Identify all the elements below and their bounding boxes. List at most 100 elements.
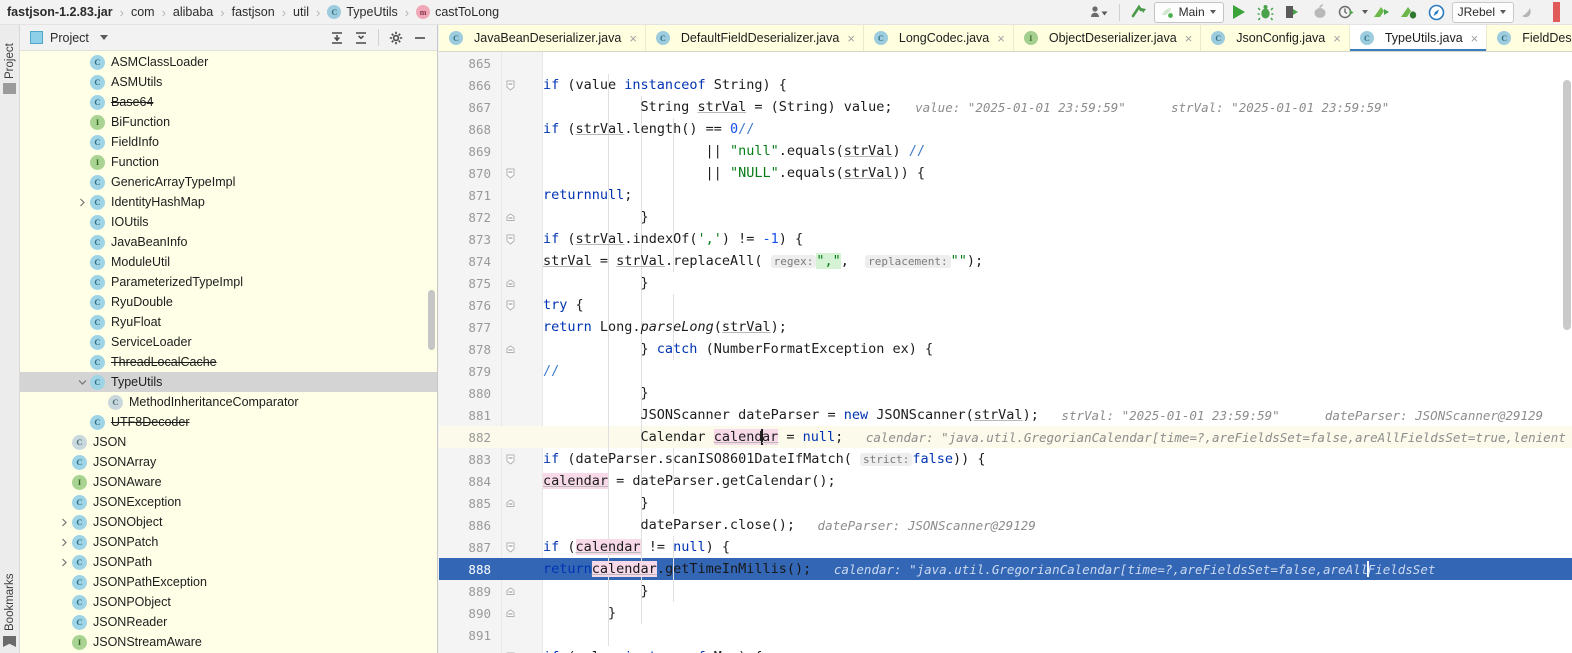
- code-editor[interactable]: 865 866 if (value instanceof String) {867…: [439, 52, 1572, 653]
- code-line[interactable]: 871 return null;: [439, 184, 1572, 206]
- code-line[interactable]: 865: [439, 52, 1572, 74]
- tree-item[interactable]: C JavaBeanInfo: [20, 232, 437, 252]
- code-line[interactable]: 888 return calendar .getTimeInMillis(); c…: [439, 558, 1572, 580]
- tree-item[interactable]: C IOUtils: [20, 212, 437, 232]
- editor-tab[interactable]: C LongCodec.java ×: [863, 25, 1014, 51]
- code-line[interactable]: 867 String strVal = (String) value; valu…: [439, 96, 1572, 118]
- code-line[interactable]: 892 if (value instanceof Map) {: [439, 646, 1572, 653]
- tree-item[interactable]: I JSONStreamAware: [20, 632, 437, 652]
- code-line[interactable]: 883 if (dateParser.scanISO8601DateIfMatc…: [439, 448, 1572, 470]
- chevron-down-icon[interactable]: [74, 379, 90, 386]
- close-icon[interactable]: ×: [1185, 31, 1193, 46]
- tree-item[interactable]: C ASMClassLoader: [20, 52, 437, 72]
- chevron-right-icon[interactable]: [56, 558, 72, 567]
- tree-item[interactable]: I Function: [20, 152, 437, 172]
- tree-item[interactable]: I BiFunction: [20, 112, 437, 132]
- code-line[interactable]: 881 JSONScanner dateParser = new JSONSca…: [439, 404, 1572, 426]
- breadcrumb-item[interactable]: util: [292, 5, 310, 19]
- editor-tab[interactable]: I ObjectDeserializer.java ×: [1013, 25, 1202, 51]
- tree-item[interactable]: C JSONPatch: [20, 532, 437, 552]
- fold-marker-icon[interactable]: [503, 338, 517, 360]
- profile-icon[interactable]: [1308, 1, 1332, 23]
- project-scrollbar-thumb[interactable]: [428, 290, 435, 350]
- close-icon[interactable]: ×: [1471, 31, 1479, 46]
- tree-item[interactable]: C JSONPathException: [20, 572, 437, 592]
- code-line[interactable]: 875 }: [439, 272, 1572, 294]
- code-line[interactable]: 879 //: [439, 360, 1572, 382]
- editor-tab-bar[interactable]: C JavaBeanDeserializer.java × C DefaultField…: [439, 25, 1572, 52]
- jrebel-selector[interactable]: JRebel: [1451, 1, 1514, 23]
- editor-tab[interactable]: CFieldDeserializer.java×: [1487, 25, 1572, 51]
- code-line[interactable]: 869 || "null" .equals(strVal) //: [439, 140, 1572, 162]
- editor-tab[interactable]: C DefaultFieldDeserializer.java ×: [645, 25, 864, 51]
- code-line[interactable]: 872 }: [439, 206, 1572, 228]
- user-settings-icon[interactable]: [1088, 1, 1112, 23]
- breadcrumb-item[interactable]: fastjson-1.2.83.jar: [6, 5, 114, 19]
- chevron-right-icon[interactable]: [56, 538, 72, 547]
- run-icon[interactable]: [1227, 1, 1251, 23]
- collapse-all-icon[interactable]: [350, 28, 372, 48]
- code-line[interactable]: 876 try {: [439, 294, 1572, 316]
- rail-item-bookmarks[interactable]: Bookmarks: [3, 561, 17, 631]
- code-line[interactable]: 873 if (strVal .indexOf(',') != -1) {: [439, 228, 1572, 250]
- close-icon[interactable]: ×: [629, 31, 637, 46]
- expand-all-icon[interactable]: [326, 28, 348, 48]
- editor-vertical-scrollbar[interactable]: [1563, 80, 1571, 330]
- fold-marker-icon[interactable]: [503, 448, 517, 470]
- close-icon[interactable]: ×: [847, 31, 855, 46]
- fold-marker-icon[interactable]: [503, 228, 517, 250]
- tree-item[interactable]: C Base64: [20, 92, 437, 112]
- tree-item[interactable]: C JSON: [20, 432, 437, 452]
- breadcrumb[interactable]: fastjson-1.2.83.jar › com › alibaba › fastjson…: [0, 0, 500, 24]
- tree-item[interactable]: C JSONPObject: [20, 592, 437, 612]
- close-icon[interactable]: ×: [997, 31, 1005, 46]
- breadcrumb-item[interactable]: alibaba: [172, 5, 214, 19]
- tree-item[interactable]: C UTF8Decoder: [20, 412, 437, 432]
- run-with-coverage-icon[interactable]: [1281, 1, 1305, 23]
- close-icon[interactable]: ×: [1333, 31, 1341, 46]
- code-line[interactable]: 890 }: [439, 602, 1572, 624]
- run-configuration-selector[interactable]: Main: [1153, 1, 1224, 23]
- code-line[interactable]: 877 return Long. parseLong(strVal);: [439, 316, 1572, 338]
- chevron-down-icon[interactable]: [1361, 10, 1368, 14]
- updates-arrow-icon[interactable]: [1127, 1, 1151, 23]
- code-line[interactable]: 887 if (calendar != null) {: [439, 536, 1572, 558]
- tree-item[interactable]: C JSONArray: [20, 452, 437, 472]
- chevron-right-icon[interactable]: [56, 518, 72, 527]
- tree-item[interactable]: C JSONException: [20, 492, 437, 512]
- tree-item[interactable]: C RyuDouble: [20, 292, 437, 312]
- code-line[interactable]: 882 Calendar calendar = null; calendar: …: [439, 426, 1572, 448]
- code-line[interactable]: 891: [439, 624, 1572, 646]
- tree-item[interactable]: C JSONPath: [20, 552, 437, 572]
- debug-icon[interactable]: [1254, 1, 1278, 23]
- tree-item[interactable]: C ASMUtils: [20, 72, 437, 92]
- editor-tab[interactable]: C JavaBeanDeserializer.java ×: [439, 25, 646, 51]
- fold-marker-icon[interactable]: [503, 74, 517, 96]
- tree-item[interactable]: C ParameterizedTypeImpl: [20, 272, 437, 292]
- tree-item[interactable]: C ServiceLoader: [20, 332, 437, 352]
- code-line[interactable]: 885 }: [439, 492, 1572, 514]
- code-line[interactable]: 868 if (strVal .length() == 0 //: [439, 118, 1572, 140]
- hide-panel-icon[interactable]: [409, 28, 431, 48]
- editor-tab[interactable]: C JsonConfig.java ×: [1201, 25, 1350, 51]
- editor-tab[interactable]: C TypeUtils.java ×: [1349, 25, 1488, 51]
- tree-item[interactable]: C TypeUtils: [20, 372, 437, 392]
- chevron-right-icon[interactable]: [74, 198, 90, 207]
- fold-marker-icon[interactable]: [503, 272, 517, 294]
- code-line[interactable]: 870 || "NULL" .equals(strVal)) {: [439, 162, 1572, 184]
- code-line[interactable]: 866 if (value instanceof String) {: [439, 74, 1572, 96]
- fold-marker-icon[interactable]: [503, 162, 517, 184]
- tree-item[interactable]: C FieldInfo: [20, 132, 437, 152]
- fold-marker-icon[interactable]: [503, 646, 517, 653]
- tree-item[interactable]: C ModuleUtil: [20, 252, 437, 272]
- fold-marker-icon[interactable]: [503, 206, 517, 228]
- code-line[interactable]: 874 strVal = strVal .replaceAll( regex: "…: [439, 250, 1572, 272]
- run-history-icon[interactable]: [1335, 1, 1359, 23]
- jrebel-monitor-icon[interactable]: [1425, 1, 1449, 23]
- tree-item[interactable]: C JSONReader: [20, 612, 437, 632]
- tree-item[interactable]: C GenericArrayTypeImpl: [20, 172, 437, 192]
- tree-item[interactable]: C MethodInheritanceComparator: [20, 392, 437, 412]
- rail-item-project[interactable]: Project: [3, 27, 17, 79]
- search-everywhere-icon[interactable]: [1517, 1, 1541, 23]
- code-line[interactable]: 889 }: [439, 580, 1572, 602]
